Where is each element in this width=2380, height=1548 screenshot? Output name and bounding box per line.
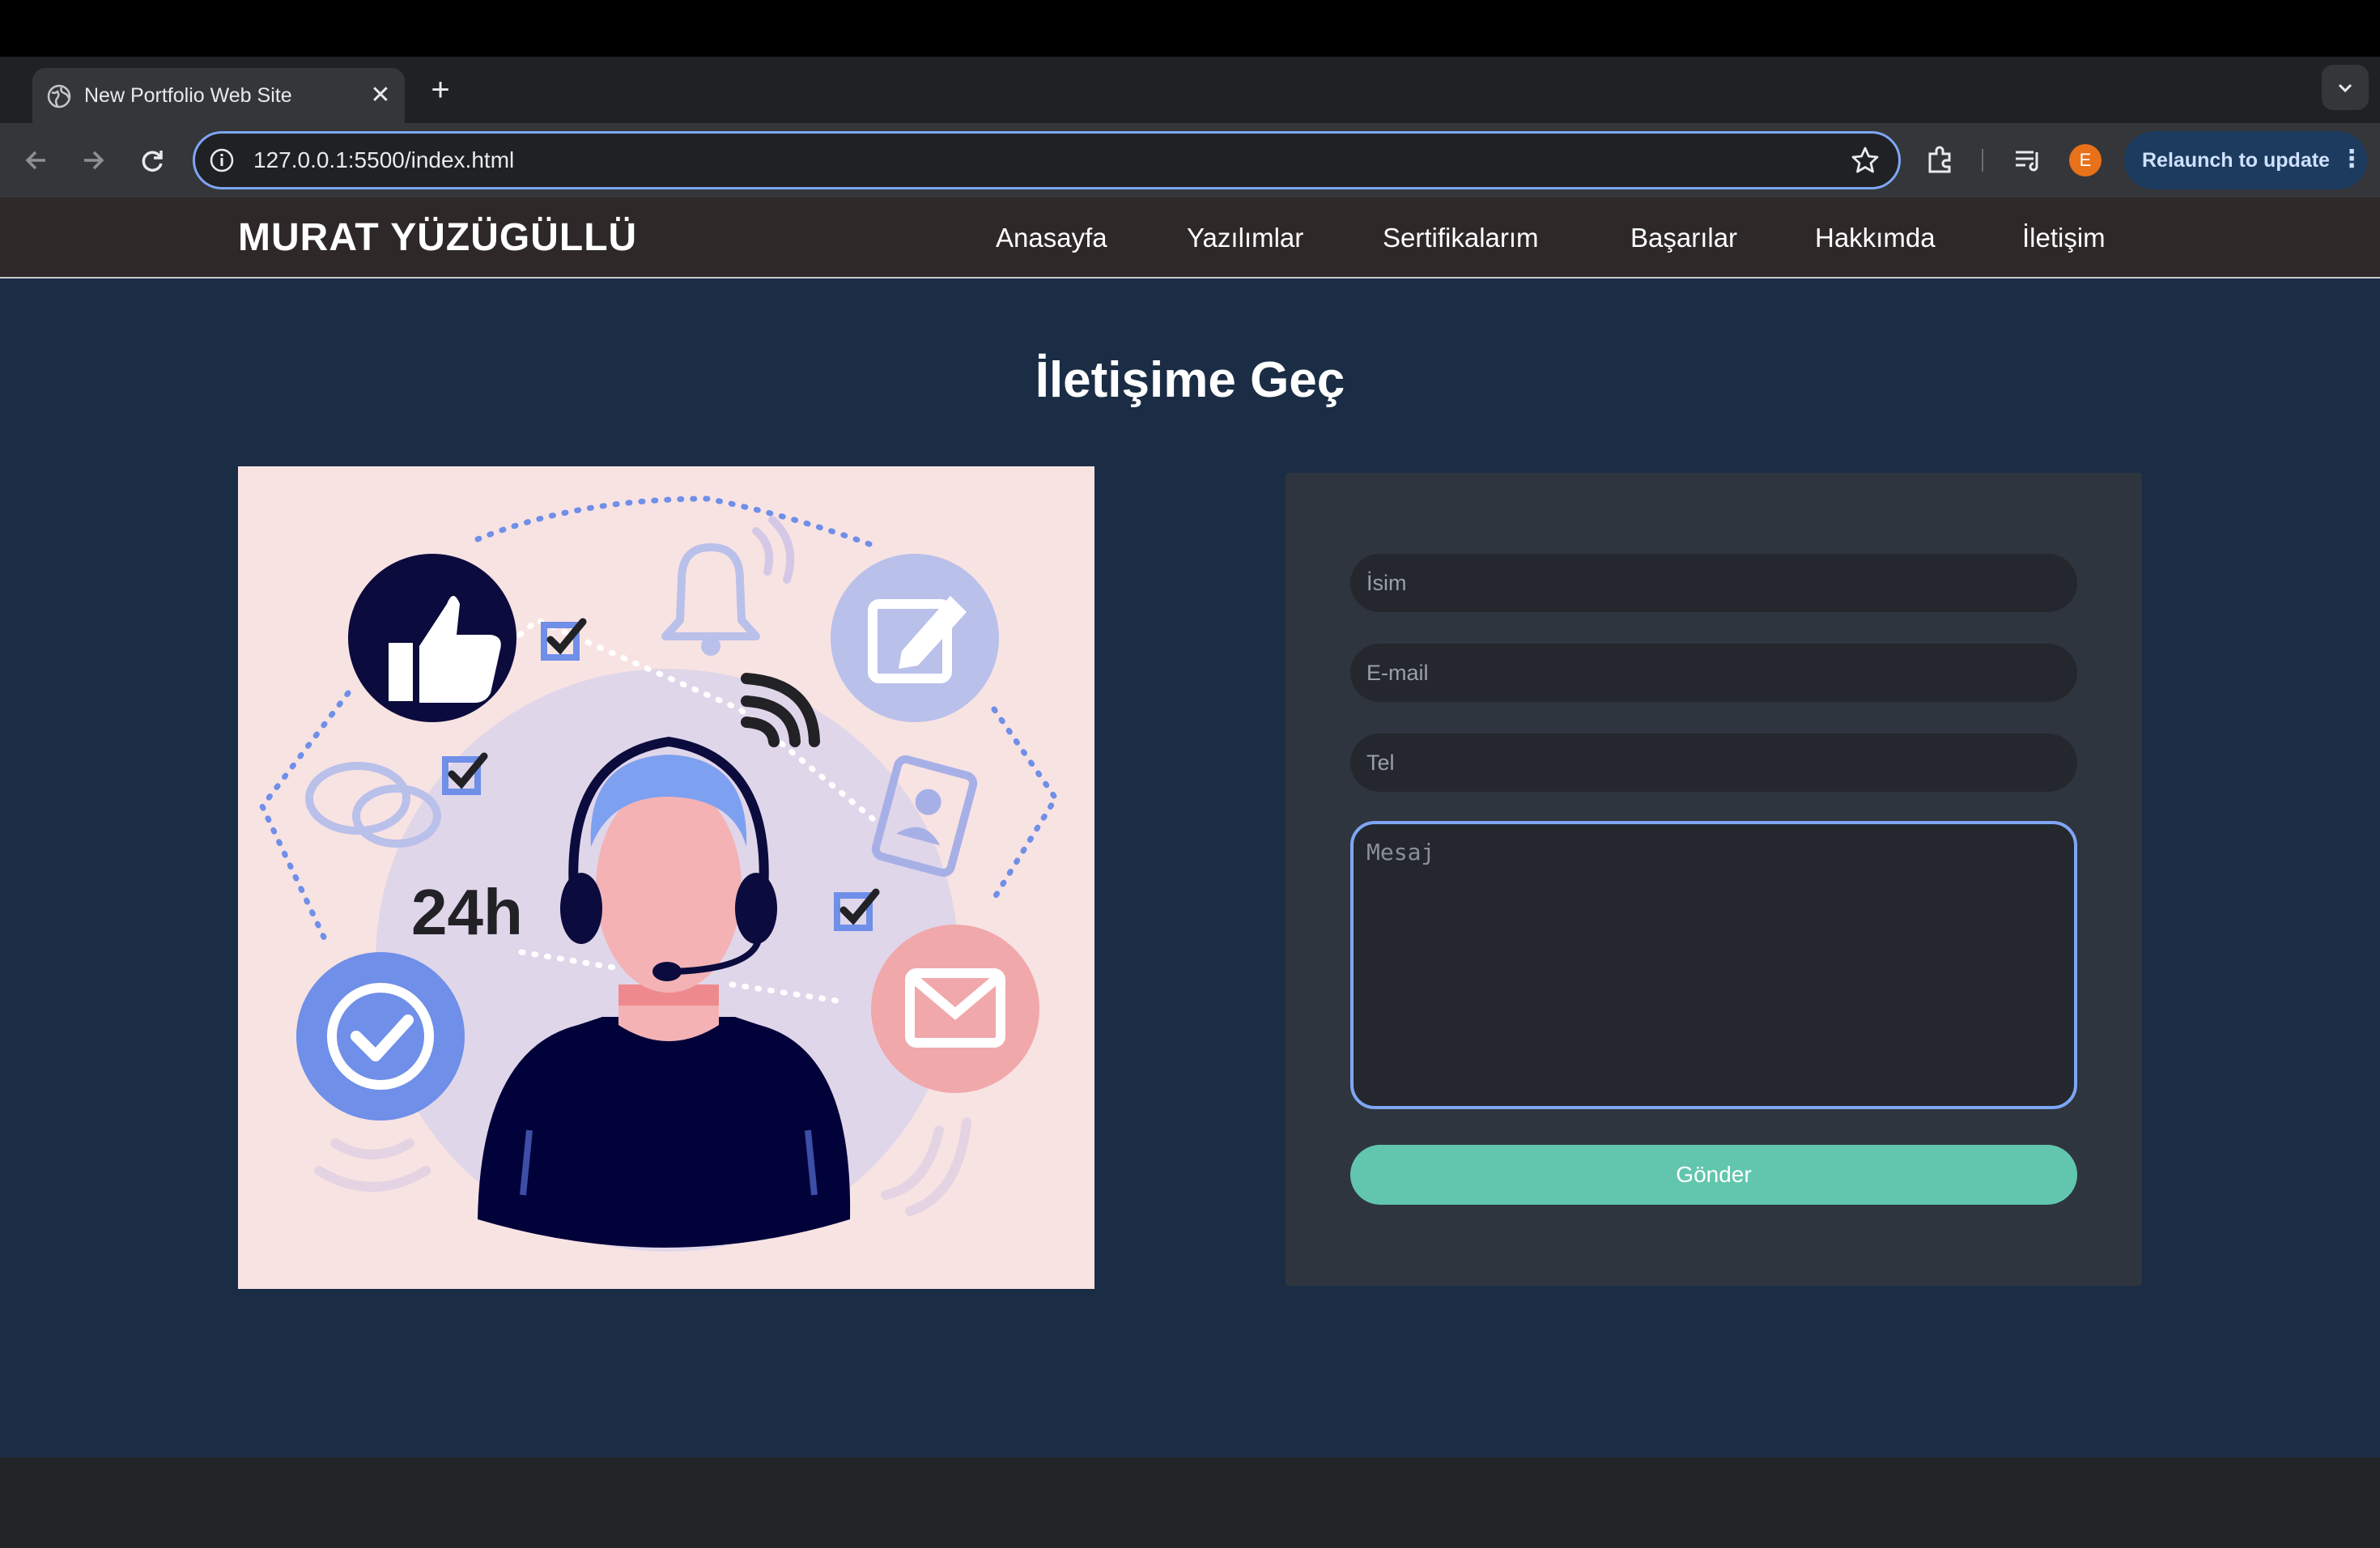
site-navbar: MURAT YÜZÜGÜLLÜ Anasayfa Yazılımlar Sert… xyxy=(0,198,2380,279)
phone-input[interactable] xyxy=(1350,734,2077,792)
bookmark-star-icon[interactable] xyxy=(1850,145,1881,176)
chevron-down-icon xyxy=(2338,83,2352,93)
screen: New Portfolio Web Site ✕ + 127.0.0.1:550… xyxy=(0,0,2380,1548)
extensions-puzzle-icon[interactable] xyxy=(1923,142,1959,178)
kebab-menu-icon[interactable]: ⋮ xyxy=(2340,146,2364,175)
close-tab-icon[interactable]: ✕ xyxy=(368,83,393,108)
globe-icon xyxy=(47,84,71,108)
new-tab-button[interactable]: + xyxy=(426,74,455,106)
relaunch-label: Relaunch to update xyxy=(2142,149,2330,172)
customer-support-illustration: 24h xyxy=(238,466,1094,1289)
back-arrow-icon[interactable] xyxy=(16,141,55,180)
site-brand[interactable]: MURAT YÜZÜGÜLLÜ xyxy=(238,198,637,279)
thumbs-up-icon xyxy=(348,554,516,722)
page-viewport: MURAT YÜZÜGÜLLÜ Anasayfa Yazılımlar Sert… xyxy=(0,198,2380,1457)
toolbar-separator xyxy=(1982,149,1983,172)
nav-link-yazilimlar[interactable]: Yazılımlar xyxy=(1187,198,1303,279)
info-icon[interactable] xyxy=(208,147,236,174)
contact-section-title: İletişime Geç xyxy=(1035,352,1345,408)
nav-link-anasayfa[interactable]: Anasayfa xyxy=(996,198,1107,279)
forward-arrow-icon[interactable] xyxy=(74,141,113,180)
check-circle-icon xyxy=(296,952,465,1121)
reload-icon[interactable] xyxy=(133,141,172,180)
nav-link-iletisim[interactable]: İletişim xyxy=(2022,198,2106,279)
browser-toolbar: 127.0.0.1:5500/index.html E Relaunch to … xyxy=(0,123,2380,198)
support-agent-illustration: 24h xyxy=(258,495,1060,1252)
tab-search-button[interactable] xyxy=(2322,65,2369,110)
contact-form: Gönder xyxy=(1286,473,2142,1286)
email-input[interactable] xyxy=(1350,644,2077,702)
address-bar[interactable]: 127.0.0.1:5500/index.html xyxy=(193,131,1901,189)
nav-links: Anasayfa Yazılımlar Sertifikalarım Başar… xyxy=(971,198,2153,279)
nav-link-hakkimda[interactable]: Hakkımda xyxy=(1815,198,1936,279)
profile-avatar[interactable]: E xyxy=(2069,144,2102,176)
nav-link-basarilar[interactable]: Başarılar xyxy=(1630,198,1737,279)
bell-icon xyxy=(661,516,795,656)
envelope-icon xyxy=(871,925,1039,1093)
url-text[interactable]: 127.0.0.1:5500/index.html xyxy=(253,134,514,187)
relaunch-button[interactable]: Relaunch to update ⋮ xyxy=(2124,131,2367,189)
browser-tab-strip: New Portfolio Web Site ✕ + xyxy=(0,57,2380,123)
nav-link-sertifikalarim[interactable]: Sertifikalarım xyxy=(1383,198,1539,279)
24h-label: 24h xyxy=(411,876,523,948)
send-button[interactable]: Gönder xyxy=(1350,1145,2077,1205)
name-input[interactable] xyxy=(1350,554,2077,612)
edit-note-icon xyxy=(831,554,999,722)
message-textarea[interactable] xyxy=(1350,821,2077,1109)
browser-tab[interactable]: New Portfolio Web Site ✕ xyxy=(32,68,405,123)
page-footer xyxy=(0,1457,2380,1548)
reading-list-icon[interactable] xyxy=(2011,142,2046,178)
tab-title: New Portfolio Web Site xyxy=(84,84,292,107)
